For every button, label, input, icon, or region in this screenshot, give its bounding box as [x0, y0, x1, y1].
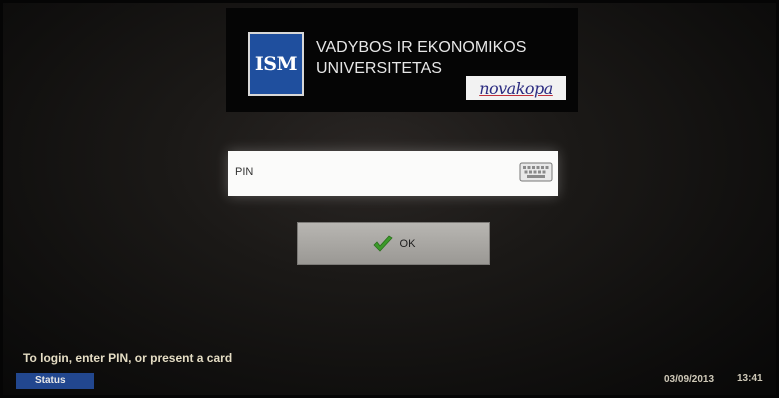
checkmark-icon [372, 234, 393, 252]
ism-logo: ISM [248, 32, 304, 96]
keyboard-icon[interactable] [519, 161, 553, 183]
ism-logo-text: ISM [254, 53, 298, 75]
partner-logo: novakopa [466, 76, 566, 100]
logo-banner: ISM VADYBOS IR EKONOMIKOS UNIVERSITETAS … [226, 8, 578, 112]
login-screen: ISM VADYBOS IR EKONOMIKOS UNIVERSITETAS … [0, 0, 779, 398]
university-name: VADYBOS IR EKONOMIKOS UNIVERSITETAS [316, 37, 526, 79]
ok-button-label: OK [399, 237, 416, 250]
status-button[interactable]: Status [16, 373, 94, 389]
ok-button[interactable]: OK [297, 222, 490, 265]
login-hint-text: To login, enter PIN, or present a card [23, 351, 233, 365]
time-display: 13:41 [737, 373, 763, 384]
date-display: 03/09/2013 [664, 374, 715, 385]
university-name-line1: VADYBOS IR EKONOMIKOS [316, 39, 527, 56]
pin-placeholder: PIN [235, 166, 254, 178]
pin-input[interactable]: PIN [228, 151, 558, 196]
